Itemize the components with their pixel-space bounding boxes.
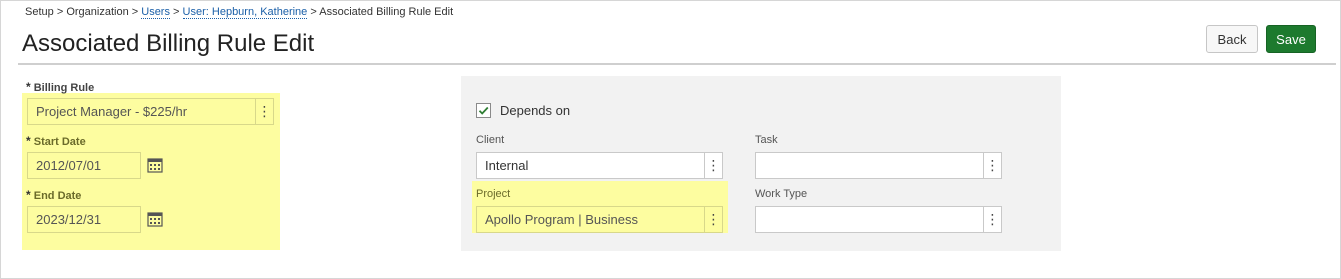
end-date-input[interactable]: 2023/12/31	[27, 206, 141, 233]
back-button[interactable]: Back	[1206, 25, 1258, 53]
end-date-value: 2023/12/31	[36, 212, 102, 227]
billing-rule-field[interactable]: Project Manager - $225/hr ⋮	[27, 98, 274, 125]
task-label: Task	[755, 134, 778, 146]
billing-rule-value: Project Manager - $225/hr	[36, 104, 188, 119]
project-value: Apollo Program | Business	[485, 212, 638, 227]
breadcrumb-separator: >	[56, 6, 64, 18]
work-type-label: Work Type	[755, 188, 808, 200]
page-title: Associated Billing Rule Edit	[22, 30, 315, 57]
breadcrumb-current: Associated Billing Rule Edit	[319, 6, 454, 18]
breadcrumb-users-link[interactable]: Users	[141, 6, 170, 19]
start-date-label: * Start Date	[26, 134, 86, 148]
billing-rule-label-text: Billing Rule	[33, 82, 95, 94]
client-label: Client	[476, 134, 505, 146]
depends-on-checkbox[interactable]	[476, 103, 491, 118]
task-field[interactable]: ⋮	[755, 152, 1002, 179]
save-button[interactable]: Save	[1266, 25, 1316, 53]
client-field[interactable]: Internal ⋮	[476, 152, 723, 179]
task-lookup-icon[interactable]: ⋮	[983, 153, 1001, 178]
start-date-label-text: Start Date	[33, 136, 86, 148]
client-value: Internal	[485, 158, 529, 173]
client-lookup-icon[interactable]: ⋮	[704, 153, 722, 178]
project-field[interactable]: Apollo Program | Business ⋮	[476, 206, 723, 233]
header-divider	[18, 63, 1336, 65]
breadcrumb-separator: >	[173, 6, 180, 18]
breadcrumb-user-link[interactable]: User: Hepburn, Katherine	[182, 6, 308, 19]
breadcrumb: Setup > Organization > Users > User: Hep…	[25, 6, 454, 19]
start-date-value: 2012/07/01	[36, 158, 102, 173]
billing-rule-lookup-icon[interactable]: ⋮	[255, 99, 273, 124]
project-label: Project	[476, 188, 511, 200]
required-marker: *	[26, 134, 31, 148]
end-date-label-text: End Date	[33, 190, 82, 202]
checkmark-icon	[478, 106, 489, 115]
breadcrumb-separator: >	[310, 6, 317, 18]
breadcrumb-organization: Organization	[66, 6, 129, 18]
end-date-label: * End Date	[26, 188, 81, 202]
billing-rule-label: * Billing Rule	[26, 80, 94, 94]
work-type-lookup-icon[interactable]: ⋮	[983, 207, 1001, 232]
required-marker: *	[26, 188, 31, 202]
project-lookup-icon[interactable]: ⋮	[704, 207, 722, 232]
depends-on-label: Depends on	[500, 103, 571, 118]
breadcrumb-separator: >	[131, 6, 139, 18]
work-type-field[interactable]: ⋮	[755, 206, 1002, 233]
required-marker: *	[26, 80, 31, 94]
start-date-input[interactable]: 2012/07/01	[27, 152, 141, 179]
calendar-icon[interactable]	[147, 157, 163, 173]
breadcrumb-setup: Setup	[25, 6, 54, 18]
calendar-icon[interactable]	[147, 211, 163, 227]
